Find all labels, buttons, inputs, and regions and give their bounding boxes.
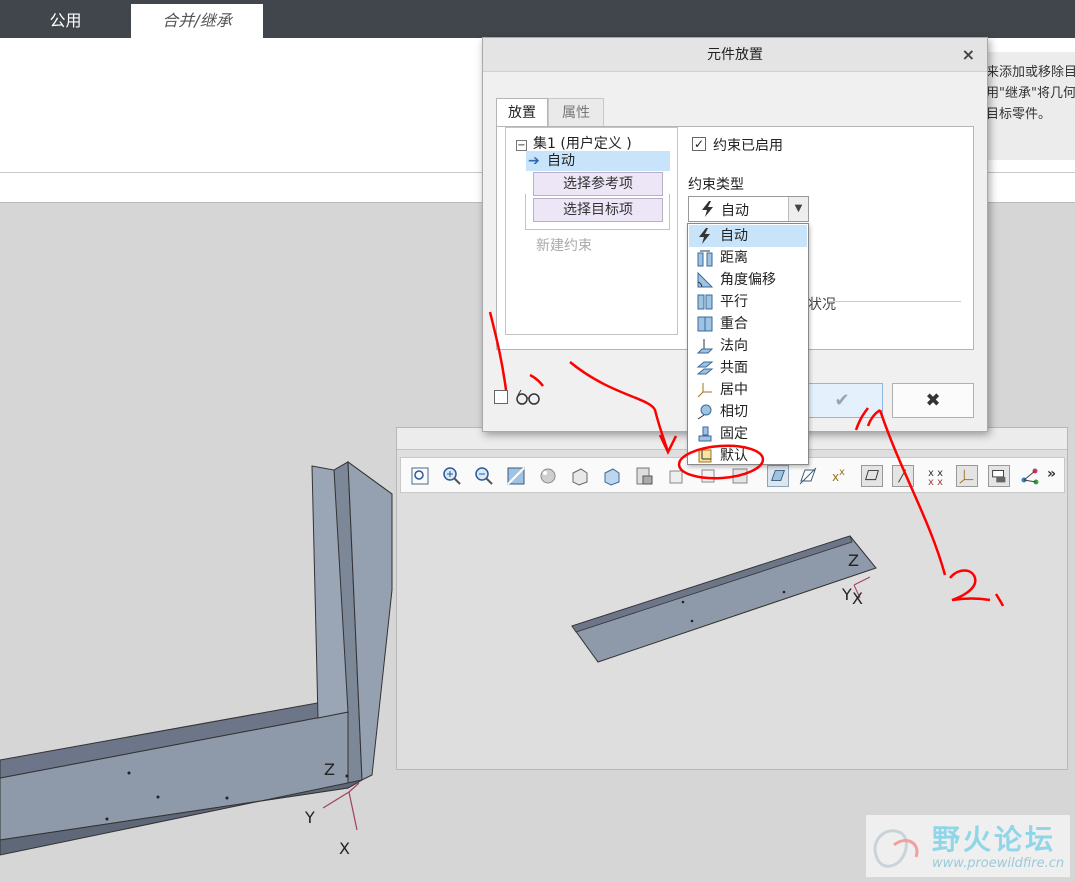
- watermark-url: www.proewildfire.cn: [932, 856, 1065, 871]
- red-annotation-overlay: [488, 311, 1005, 607]
- watermark-title: 野火论坛: [932, 823, 1057, 856]
